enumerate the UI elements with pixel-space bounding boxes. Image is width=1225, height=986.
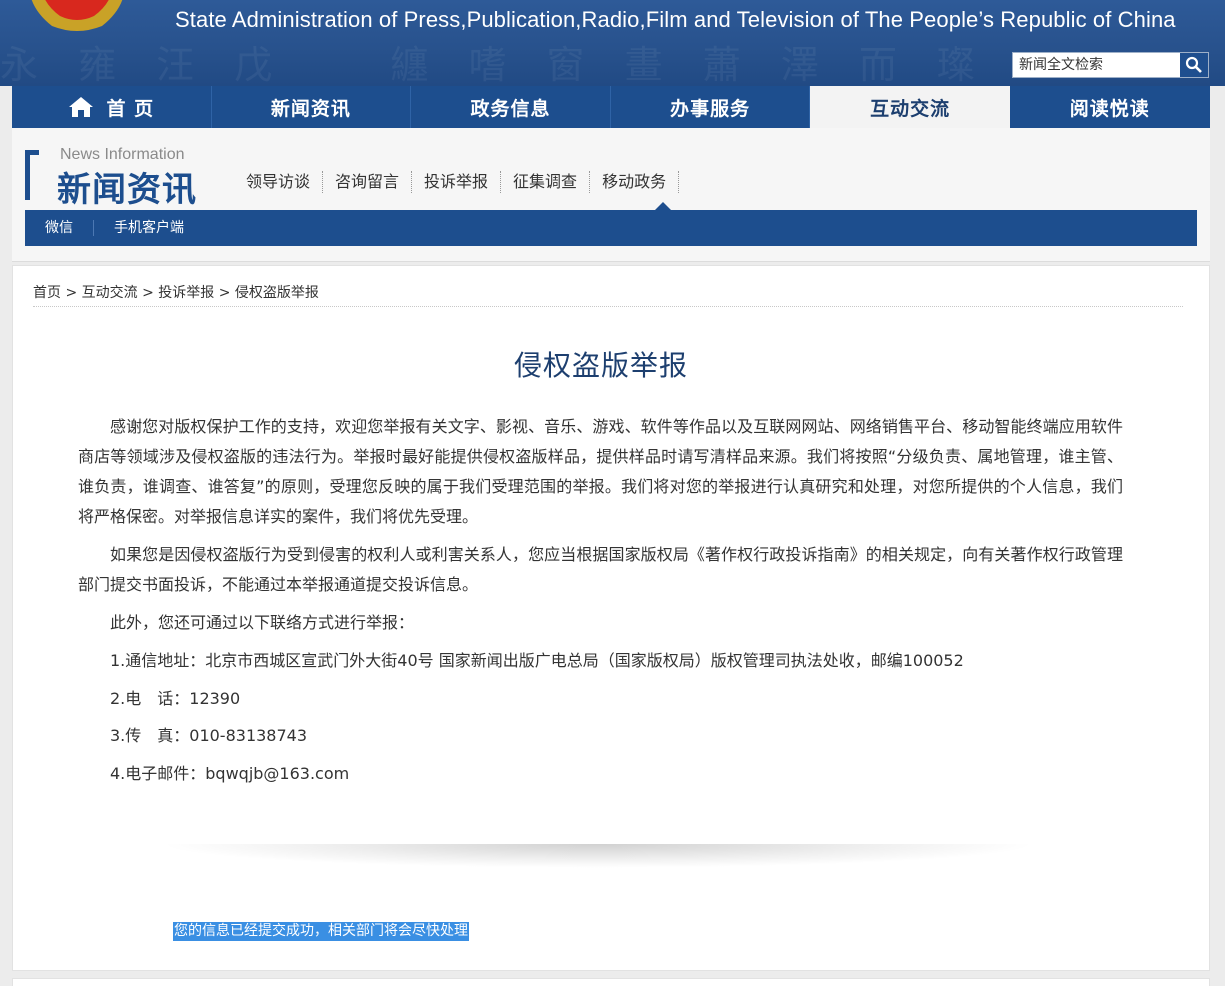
contact-email: 4.电子邮件：bqwqjb@163.com — [110, 763, 350, 783]
nav-news[interactable]: 新闻资讯 — [212, 86, 412, 128]
contact-phone: 2.电 话：12390 — [110, 688, 241, 708]
article-paragraph: 感谢您对版权保护工作的支持，欢迎您举报有关文字、影视、音乐、游戏、软件等作品以及… — [78, 417, 1123, 526]
search-input[interactable] — [1013, 53, 1181, 77]
national-emblem-icon — [31, 0, 123, 31]
nav-reading-label: 阅读悦读 — [1069, 97, 1150, 120]
section-header: News Information 新闻资讯 领导访谈 咨询留言 投诉举报 征集调… — [12, 128, 1210, 262]
nav-interaction[interactable]: 互动交流 — [810, 86, 1010, 128]
nav-news-label: 新闻资讯 — [270, 97, 351, 120]
site-title: State Administration of Press,Publicatio… — [175, 7, 1176, 32]
contact-fax: 3.传 真：010-83138743 — [110, 726, 308, 745]
nav-government-info[interactable]: 政务信息 — [411, 86, 611, 128]
main-nav: 首 页 新闻资讯 政务信息 办事服务 互动交流 阅读悦读 — [12, 86, 1210, 128]
article-title: 侵权盗版举报 — [513, 349, 688, 382]
breadcrumb-separator: > — [137, 285, 159, 301]
nav-government-info-label: 政务信息 — [470, 97, 551, 120]
subnav-consultation[interactable]: 咨询留言 — [323, 171, 413, 193]
subnav-mobile-government[interactable]: 移动政务 — [590, 171, 680, 193]
breadcrumb-divider — [33, 306, 1183, 307]
banner-pattern: 永 雍 汪 戊 纏 嗜 窗 畫 蕭 澤 而 璨 — [0, 43, 989, 86]
nav-home[interactable]: 首 页 — [12, 86, 212, 128]
nav-services-label: 办事服务 — [670, 97, 751, 120]
content-panel: 首页 > 互动交流 > 投诉举报 > 侵权盗版举报 侵权盗版举报 感谢您对版权保… — [12, 265, 1210, 971]
decorative-shadow — [158, 844, 1038, 868]
subbar-mobile-client[interactable]: 手机客户端 — [94, 220, 204, 236]
sub-nav: 领导访谈 咨询留言 投诉举报 征集调查 移动政务 — [234, 168, 680, 196]
nav-reading[interactable]: 阅读悦读 — [1010, 86, 1210, 128]
breadcrumb-home[interactable]: 首页 — [33, 285, 61, 301]
contact-address: 1.通信地址：北京市西城区宣武门外大街40号 国家新闻出版广电总局（国家版权局）… — [110, 651, 964, 670]
breadcrumb-current[interactable]: 侵权盗版举报 — [235, 285, 319, 301]
article-paragraph: 如果您是因侵权盗版行为受到侵害的权利人或利害关系人，您应当根据国家版权局《著作权… — [78, 545, 1123, 594]
home-icon — [69, 97, 94, 117]
subnav-survey[interactable]: 征集调查 — [501, 171, 591, 193]
nav-interaction-label: 互动交流 — [870, 97, 951, 120]
article-paragraph: 此外，您还可通过以下联络方式进行举报： — [110, 613, 415, 632]
active-caret — [655, 202, 671, 210]
subnav-leader-interview[interactable]: 领导访谈 — [234, 171, 324, 193]
search-icon — [1185, 56, 1202, 73]
site-banner: 永 雍 汪 戊 纏 嗜 窗 畫 蕭 澤 而 璨 State Administra… — [0, 0, 1225, 86]
submission-success-message: 您的信息已经提交成功，相关部门将会尽快处理 — [173, 922, 469, 941]
subbar-wechat[interactable]: 微信 — [25, 220, 94, 236]
section-bracket — [25, 150, 39, 200]
breadcrumb-interaction[interactable]: 互动交流 — [82, 285, 138, 301]
breadcrumb: 首页 > 互动交流 > 投诉举报 > 侵权盗版举报 — [33, 282, 319, 302]
search-button[interactable] — [1180, 53, 1208, 77]
sub-bar: 微信 手机客户端 — [25, 210, 1197, 246]
search-box — [1012, 52, 1209, 78]
nav-home-label: 首 页 — [106, 97, 155, 120]
breadcrumb-separator: > — [214, 285, 235, 301]
section-title-cn: 新闻资讯 — [57, 170, 197, 210]
footer-panel — [12, 978, 1210, 986]
breadcrumb-complaint[interactable]: 投诉举报 — [158, 285, 214, 301]
subnav-complaint-report[interactable]: 投诉举报 — [412, 171, 502, 193]
nav-services[interactable]: 办事服务 — [611, 86, 811, 128]
breadcrumb-separator: > — [61, 285, 82, 301]
article-body: 感谢您对版权保护工作的支持，欢迎您举报有关文字、影视、音乐、游戏、软件等作品以及… — [78, 412, 1123, 796]
